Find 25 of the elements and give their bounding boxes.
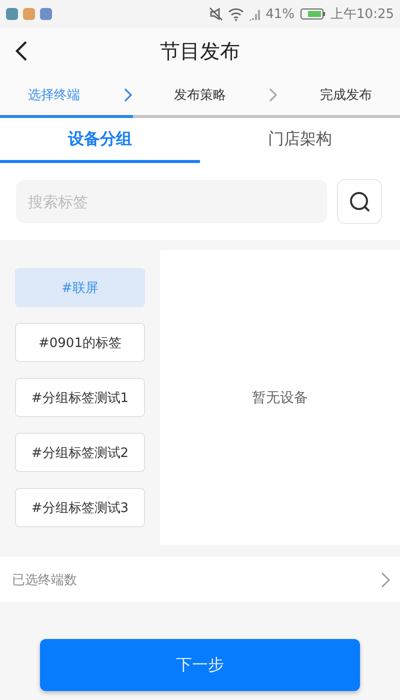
step-label: 选择终端 <box>27 87 82 104</box>
signal-icon <box>248 8 261 20</box>
clock-time: 上午10:25 <box>330 6 394 23</box>
search-field[interactable]: 搜索标签 <box>16 180 327 223</box>
app-icon <box>6 8 18 20</box>
chevron-icon <box>381 572 390 588</box>
tag-item[interactable]: #0901的标签 <box>15 323 145 362</box>
app-icon <box>40 8 52 20</box>
empty-message: 暂无设备 <box>252 388 308 406</box>
step-label: 发布策略 <box>172 87 227 104</box>
battery-percent: 41% <box>266 6 295 22</box>
wifi-icon <box>228 8 244 20</box>
step-label: 完成发布 <box>318 87 373 104</box>
battery-icon <box>300 8 326 20</box>
chevron-icon <box>122 88 132 102</box>
tag-item[interactable]: #分组标签测试2 <box>15 433 145 472</box>
tag-item[interactable]: #分组标签测试3 <box>15 488 145 527</box>
app-icon <box>23 8 35 20</box>
tag-item[interactable]: #分组标签测试1 <box>15 378 145 417</box>
page-title: 节目发布 <box>160 38 240 65</box>
mute-icon <box>208 7 223 21</box>
search-button[interactable] <box>337 179 382 224</box>
selected-count-row[interactable]: 已选终端数 <box>0 557 400 602</box>
search-icon <box>348 190 370 212</box>
chevron-icon <box>268 88 278 102</box>
